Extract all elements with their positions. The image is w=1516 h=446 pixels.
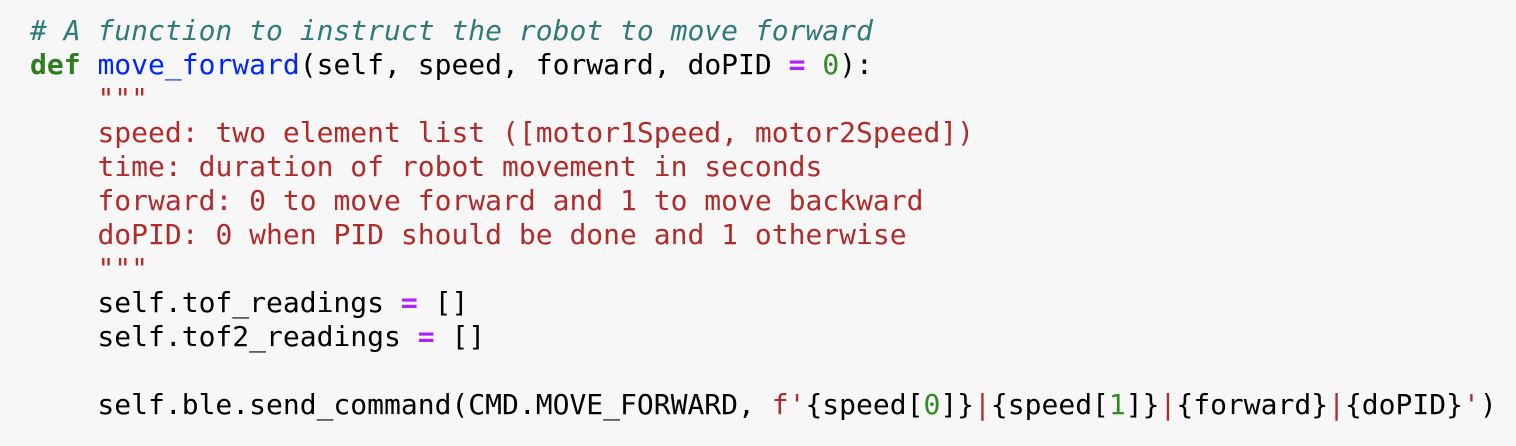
code-token-plain: ]} [1125,388,1160,421]
code-token-kw: def [30,48,81,81]
code-token-str: doPID: 0 when PID should be done and 1 o… [97,218,907,251]
code-token-plain: {doPID} [1344,388,1463,421]
code-token-plain: [] [417,286,469,319]
code-line: speed: two element list ([motor1Speed, m… [30,116,1497,150]
code-token-str: """ [97,82,149,115]
code-token-num: 1 [1108,388,1126,421]
code-token-str: speed: two element list ([motor1Speed, m… [97,116,975,149]
code-token-plain: {speed[ [805,388,924,421]
code-token-str: forward: 0 to move forward and 1 to move… [97,184,924,217]
code-token-str: time: duration of robot movement in seco… [97,150,823,183]
code-token-plain: self.tof2_readings [30,320,418,353]
code-line: forward: 0 to move forward and 1 to move… [30,184,1497,218]
code-token-plain: ]} [940,388,975,421]
code-token-plain: {speed[ [990,388,1109,421]
code-token-plain: ): [839,48,873,81]
code-token-num: 0 [923,388,941,421]
code-token-plain: ) [1479,388,1497,421]
code-token-str: | [1159,388,1177,421]
code-line: """ [30,252,1497,286]
code-token-op: = [788,48,806,81]
code-token-plain: {forward} [1176,388,1329,421]
code-token-str: """ [97,252,149,285]
code-line: doPID: 0 when PID should be done and 1 o… [30,218,1497,252]
code-line: def move_forward(self, speed, forward, d… [30,48,1497,82]
code-token-plain: self.tof_readings [30,286,401,319]
code-token-plain: (self, speed, forward, doPID [299,48,789,81]
code-token-str: f' [771,388,806,421]
code-line: # A function to instruct the robot to mo… [30,14,1497,48]
code-line: self.tof_readings = [] [30,286,1497,320]
code-token-plain: self.ble.send_command(CMD.MOVE_FORWARD, [30,388,772,421]
code-token-comment: # A function to instruct the robot to mo… [30,14,873,47]
code-line: time: duration of robot movement in seco… [30,150,1497,184]
code-token-str: | [974,388,991,421]
code-line: self.ble.send_command(CMD.MOVE_FORWARD, … [30,388,1497,422]
code-token-plain: [] [434,320,486,353]
code-token-str: | [1328,388,1345,421]
code-token-str: ' [1462,388,1480,421]
code-token-fn: move_forward [97,48,300,81]
code-line: """ [30,82,1497,116]
code-token-op: = [417,320,435,353]
code-token-num: 0 [822,48,840,81]
code-token-op: = [400,286,418,319]
code-block: # A function to instruct the robot to mo… [30,14,1497,422]
code-line: self.tof2_readings = [] [30,320,1497,354]
